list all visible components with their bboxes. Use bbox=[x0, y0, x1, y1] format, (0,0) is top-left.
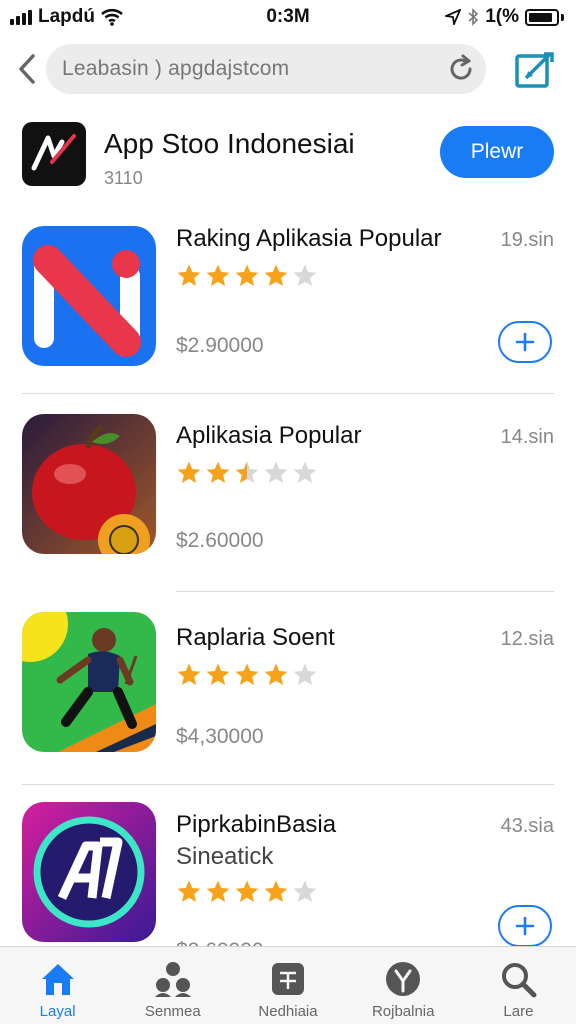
browser-toolbar: Leabasin ) apgdajstcom bbox=[0, 42, 576, 96]
star-full-icon bbox=[206, 264, 230, 286]
add-button[interactable] bbox=[498, 321, 552, 363]
wifi-icon bbox=[101, 8, 123, 26]
star-empty-icon bbox=[293, 663, 317, 685]
tab-search[interactable]: Lare bbox=[461, 947, 576, 1024]
star-full-icon bbox=[206, 663, 230, 685]
divider bbox=[22, 393, 554, 394]
app-name: Aplikasia Popular bbox=[176, 422, 362, 449]
bulb-icon bbox=[386, 962, 421, 996]
star-full-icon bbox=[177, 264, 201, 286]
compose-icon[interactable] bbox=[514, 50, 556, 90]
home-icon bbox=[41, 964, 74, 995]
reload-icon[interactable] bbox=[446, 54, 476, 84]
page-subtitle: 3110 bbox=[104, 168, 143, 188]
star-full-icon bbox=[264, 264, 288, 286]
address-bar[interactable]: Leabasin ) apgdajstcom bbox=[46, 44, 486, 94]
tab-label: Rojbalnia bbox=[371, 1003, 435, 1020]
star-full-icon bbox=[264, 663, 288, 685]
page-title: App Stoo Indonesiai bbox=[104, 128, 355, 159]
star-full-icon bbox=[177, 663, 201, 685]
star-full-icon bbox=[177, 461, 201, 483]
store-header: App Stoo Indonesiai 3110 Plewr bbox=[0, 118, 576, 198]
app-size: 19.sin bbox=[500, 229, 554, 251]
app-price: $4,30000 bbox=[176, 725, 264, 748]
battery-percent: 1(% bbox=[485, 6, 519, 27]
app-row[interactable]: Raplaria Soent 12.sia $4,30000 bbox=[0, 598, 576, 786]
tab-bar: Layal Senmea Nedhiaia Rojbalnia Lare bbox=[0, 946, 576, 1024]
back-button[interactable] bbox=[12, 50, 42, 88]
divider bbox=[176, 591, 554, 592]
app-name-line2: Sineatick bbox=[176, 843, 274, 870]
signal-icon bbox=[10, 9, 32, 25]
star-full-icon bbox=[235, 264, 259, 286]
star-empty-icon bbox=[293, 461, 317, 483]
app-price: $2.90000 bbox=[176, 334, 264, 357]
status-time: 0:3M bbox=[266, 6, 310, 27]
rating-stars bbox=[176, 879, 318, 905]
app-name: Raplaria Soent bbox=[176, 624, 335, 651]
athlete-icon bbox=[22, 612, 156, 752]
carrier-label: Lapdú bbox=[38, 6, 95, 27]
store-logo-icon bbox=[22, 122, 86, 186]
tab-apps[interactable]: Nedhiaia bbox=[230, 947, 345, 1024]
rating-stars bbox=[176, 460, 318, 486]
tab-label: Layal bbox=[39, 1003, 76, 1020]
status-bar: Lapdú 0:3M 1(% bbox=[0, 0, 576, 34]
rating-stars bbox=[176, 662, 318, 688]
apps-icon bbox=[272, 963, 304, 995]
app-name: PiprkabinBasia bbox=[176, 811, 337, 838]
battery-icon bbox=[525, 8, 564, 26]
url-text: Leabasin ) apgdajstcom bbox=[62, 57, 290, 80]
people-icon bbox=[154, 962, 191, 997]
add-button[interactable] bbox=[498, 905, 552, 947]
tab-home[interactable]: Layal bbox=[0, 947, 115, 1024]
star-full-icon bbox=[206, 461, 230, 483]
status-right: 1(% bbox=[445, 6, 564, 28]
app-size: 43.sia bbox=[500, 815, 554, 837]
star-empty-icon bbox=[293, 264, 317, 286]
n-logo-icon bbox=[22, 226, 156, 366]
star-empty-icon bbox=[264, 461, 288, 483]
bluetooth-icon bbox=[468, 8, 479, 26]
app-row[interactable]: Raking Aplikasia Popular 19.sin $2.90000 bbox=[0, 205, 576, 395]
status-left: Lapdú bbox=[10, 6, 123, 28]
tab-label: Senmea bbox=[144, 1003, 201, 1020]
star-full-icon bbox=[235, 880, 259, 902]
plus-icon bbox=[515, 916, 535, 936]
plus-icon bbox=[515, 332, 535, 352]
location-arrow-icon bbox=[445, 9, 462, 25]
music-a-icon bbox=[22, 802, 156, 942]
tab-ideas[interactable]: Rojbalnia bbox=[346, 947, 461, 1024]
star-full-icon bbox=[206, 880, 230, 902]
app-row[interactable]: Aplikasia Popular 14.sin $2.60000 bbox=[0, 400, 576, 592]
star-empty-icon bbox=[293, 880, 317, 902]
tab-label: Nedhiaia bbox=[258, 1003, 318, 1020]
star-full-icon bbox=[235, 663, 259, 685]
app-size: 12.sia bbox=[500, 628, 554, 650]
divider bbox=[22, 784, 554, 785]
star-full-icon bbox=[177, 880, 201, 902]
search-icon bbox=[502, 963, 537, 998]
chevron-left-icon bbox=[19, 54, 35, 84]
rating-stars bbox=[176, 263, 318, 289]
apple-icon bbox=[22, 414, 156, 554]
follow-button[interactable]: Plewr bbox=[440, 126, 554, 178]
tab-people[interactable]: Senmea bbox=[115, 947, 230, 1024]
app-size: 14.sin bbox=[500, 426, 554, 448]
star-half-icon bbox=[235, 461, 259, 483]
tab-label: Lare bbox=[503, 1003, 534, 1020]
app-name: Raking Aplikasia Popular bbox=[176, 225, 442, 252]
star-full-icon bbox=[264, 880, 288, 902]
app-price: $2.60000 bbox=[176, 529, 264, 552]
app-row[interactable]: PiprkabinBasia Sineatick 43.sia $2.60000 bbox=[0, 793, 576, 962]
